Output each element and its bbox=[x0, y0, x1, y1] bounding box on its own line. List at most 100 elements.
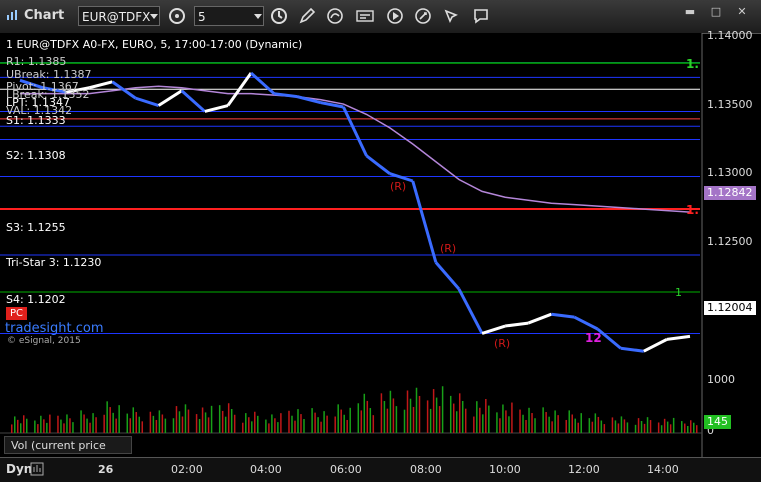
time-tick: 10:00 bbox=[489, 463, 521, 476]
volume-bar bbox=[672, 417, 675, 433]
volume-bar bbox=[26, 418, 28, 433]
volume-bar bbox=[412, 406, 415, 433]
time-tick: 06:00 bbox=[330, 463, 362, 476]
volume-bar bbox=[551, 421, 553, 433]
volume-bar bbox=[112, 412, 114, 433]
ticker-icon[interactable] bbox=[356, 7, 374, 25]
volume-bar bbox=[92, 413, 94, 433]
volume-bar bbox=[40, 415, 42, 433]
tool-icon[interactable] bbox=[414, 7, 432, 25]
cursor-icon[interactable] bbox=[442, 7, 460, 25]
volume-bar bbox=[204, 412, 207, 433]
volume-bar bbox=[438, 406, 441, 433]
symbol-input[interactable]: EUR@TDFX bbox=[78, 6, 160, 26]
volume-bar bbox=[17, 419, 19, 433]
volume-bar bbox=[221, 410, 224, 433]
volume-bar bbox=[37, 424, 39, 433]
volume-bar bbox=[620, 416, 623, 433]
volume-bar bbox=[574, 418, 576, 433]
volume-bar bbox=[72, 422, 74, 433]
symbol-dropdown-arrow-icon[interactable] bbox=[150, 14, 158, 19]
volume-bar bbox=[369, 408, 372, 433]
time-tick: 08:00 bbox=[410, 463, 442, 476]
volume-bar bbox=[508, 416, 510, 433]
volume-bar bbox=[403, 409, 406, 433]
play-icon[interactable] bbox=[386, 7, 404, 25]
volume-bar bbox=[155, 419, 158, 433]
volume-bar bbox=[600, 420, 603, 433]
volume-bar bbox=[435, 397, 438, 433]
clock-icon[interactable] bbox=[270, 7, 288, 25]
volume-bar bbox=[646, 417, 649, 433]
volume-bar bbox=[473, 416, 475, 433]
volume-bar bbox=[591, 421, 594, 433]
volume-bar bbox=[149, 411, 152, 433]
volume-bar bbox=[657, 422, 660, 433]
time-tick: 12:00 bbox=[568, 463, 600, 476]
volume-bar bbox=[565, 419, 567, 433]
volume-bar bbox=[418, 395, 421, 433]
volume-bar bbox=[617, 423, 620, 433]
volume-bar bbox=[46, 422, 48, 433]
volume-bar bbox=[323, 411, 325, 433]
volume-bar bbox=[343, 414, 345, 433]
volume-bar bbox=[485, 398, 487, 433]
volume-bar bbox=[49, 414, 51, 433]
volume-bar bbox=[363, 393, 366, 433]
volume-bar bbox=[43, 419, 45, 433]
refresh-icon[interactable] bbox=[168, 7, 186, 25]
volume-bar bbox=[669, 424, 672, 433]
volume-bar bbox=[389, 390, 392, 433]
volume-bar bbox=[248, 417, 250, 433]
volume-bar bbox=[690, 420, 692, 433]
volume-bar bbox=[505, 410, 507, 433]
title-bar: Chart EUR@TDFX 5 ▬ □ ✕ bbox=[0, 0, 761, 34]
volume-bar bbox=[640, 421, 643, 433]
volume-bar bbox=[300, 414, 302, 433]
interval-dropdown-arrow-icon[interactable] bbox=[254, 14, 262, 19]
volume-bar bbox=[571, 414, 573, 433]
volume-bar bbox=[531, 413, 533, 433]
volume-bar bbox=[245, 413, 247, 433]
dyn-label[interactable]: Dyn bbox=[6, 462, 32, 476]
volume-bar bbox=[594, 413, 597, 433]
volume-bar bbox=[482, 414, 484, 433]
volume-bar bbox=[366, 400, 369, 433]
price-chart[interactable] bbox=[0, 33, 761, 481]
volume-bar bbox=[687, 426, 689, 433]
volume-bar bbox=[395, 406, 398, 433]
volume-bar bbox=[626, 422, 629, 433]
volume-study-tab[interactable]: Vol (current price bar) bbox=[4, 436, 132, 470]
volume-bar bbox=[542, 407, 544, 433]
volume-bar bbox=[126, 413, 129, 433]
volume-bar bbox=[80, 410, 82, 433]
volume-bar bbox=[568, 410, 570, 433]
volume-bar bbox=[34, 420, 36, 433]
volume-bar bbox=[684, 423, 686, 433]
volume-bar bbox=[499, 418, 501, 433]
volume-bar bbox=[178, 411, 181, 433]
volume-bar bbox=[545, 412, 547, 433]
minimize-button[interactable]: ▬ bbox=[680, 4, 700, 20]
time-scale-icon[interactable] bbox=[30, 462, 44, 476]
comment-icon[interactable] bbox=[472, 7, 490, 25]
volume-bar bbox=[326, 415, 328, 433]
volume-bar bbox=[449, 395, 452, 433]
volume-bar bbox=[242, 422, 244, 433]
maximize-button[interactable]: □ bbox=[706, 4, 726, 20]
volume-bar bbox=[502, 404, 504, 433]
volume-bar bbox=[455, 411, 458, 433]
volume-bar bbox=[230, 409, 233, 433]
volume-bar bbox=[432, 389, 435, 433]
close-button[interactable]: ✕ bbox=[732, 4, 752, 20]
curve-icon[interactable] bbox=[326, 7, 344, 25]
volume-bar bbox=[118, 405, 120, 433]
volume-bar bbox=[519, 409, 521, 433]
volume-bar bbox=[548, 416, 550, 433]
volume-bar bbox=[138, 416, 141, 433]
volume-bar bbox=[187, 409, 190, 433]
volume-bar bbox=[277, 422, 279, 433]
volume-bar bbox=[175, 406, 178, 433]
pencil-icon[interactable] bbox=[298, 7, 316, 25]
volume-bar bbox=[511, 402, 513, 433]
